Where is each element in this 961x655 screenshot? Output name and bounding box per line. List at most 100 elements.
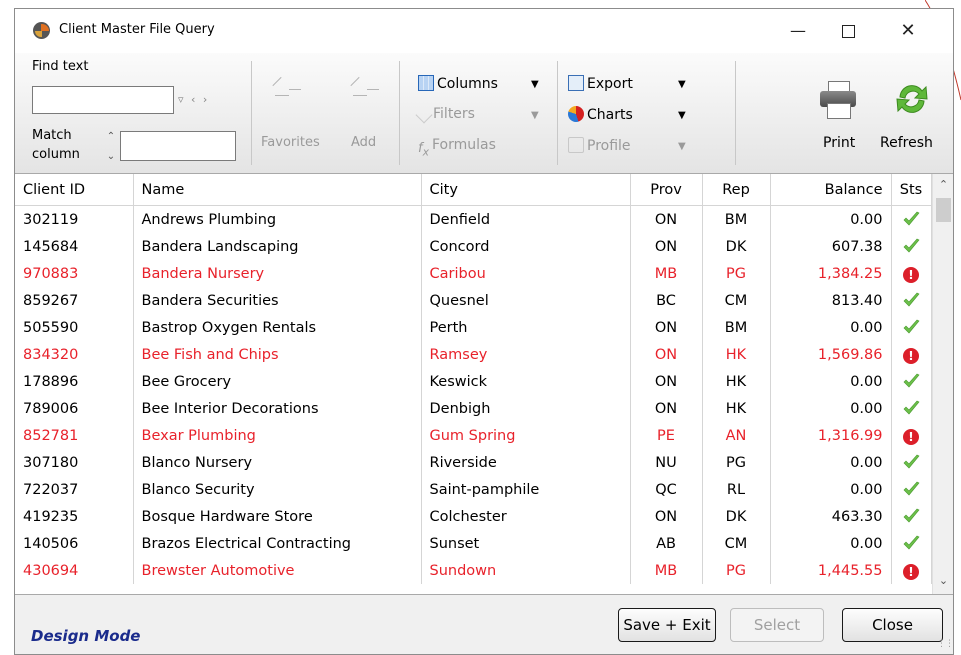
scroll-up-icon[interactable]: ⌃: [933, 174, 953, 196]
spinner-up-icon[interactable]: ⌃: [104, 127, 118, 147]
rep-cell: DK: [702, 233, 771, 260]
close-window-button[interactable]: ✕: [885, 9, 931, 53]
formulas-icon: fx: [418, 141, 429, 159]
profile-icon: [568, 137, 584, 153]
status-cell: [891, 205, 932, 233]
table-row[interactable]: 419235 Bosque Hardware Store Colchester ON D…: [15, 503, 932, 530]
city-cell: Quesnel: [421, 287, 631, 314]
column-header-rep[interactable]: Rep: [702, 174, 771, 206]
table-row[interactable]: 145684 Bandera Landscaping Concord ON DK 607.…: [15, 233, 932, 260]
client-id-cell: 505590: [15, 314, 134, 341]
client-id-cell: 834320: [15, 341, 134, 368]
close-button[interactable]: Close: [842, 608, 943, 642]
column-header-city[interactable]: City: [421, 174, 631, 206]
table-row[interactable]: 859267 Bandera Securities Quesnel BC CM 813.4…: [15, 287, 932, 314]
status-cell: [891, 449, 932, 476]
profile-menu[interactable]: Profile: [568, 137, 631, 154]
client-grid[interactable]: Client ID Name City Prov Rep Balance Sts…: [15, 174, 953, 595]
balance-cell: 1,445.55: [770, 557, 892, 584]
select-button[interactable]: Select: [730, 608, 824, 642]
filters-menu[interactable]: Filters: [415, 106, 475, 124]
client-id-cell: 430694: [15, 557, 134, 584]
printer-icon[interactable]: [818, 81, 858, 119]
table-row[interactable]: 178896 Bee Grocery Keswick ON HK 0.00: [15, 368, 932, 395]
table-header-row: Client ID Name City Prov Rep Balance Sts: [15, 174, 932, 206]
status-cell: [891, 368, 932, 395]
profile-dropdown-icon[interactable]: ▼: [678, 141, 686, 152]
table-row[interactable]: 140506 Brazos Electrical Contracting Sunse…: [15, 530, 932, 557]
table-row[interactable]: 505590 Bastrop Oxygen Rentals Perth ON BM 0.0…: [15, 314, 932, 341]
column-header-prov[interactable]: Prov: [630, 174, 703, 206]
resize-grip-icon[interactable]: ⋮⋮: [937, 639, 954, 649]
table-row[interactable]: 852781 Bexar Plumbing Gum Spring PE AN 1,316.…: [15, 422, 932, 449]
status-cell: !: [891, 557, 932, 584]
scroll-thumb[interactable]: [936, 198, 951, 222]
export-menu[interactable]: Export: [568, 75, 633, 92]
column-header-name[interactable]: Name: [133, 174, 422, 206]
filters-dropdown-icon[interactable]: ▼: [531, 110, 539, 121]
table-row[interactable]: 834320 Bee Fish and Chips Ramsey ON HK 1,569.…: [15, 341, 932, 368]
status-cell: !: [891, 422, 932, 449]
table-row[interactable]: 789006 Bee Interior Decorations Denbigh ON H…: [15, 395, 932, 422]
client-id-cell: 970883: [15, 260, 134, 287]
name-cell: Bandera Nursery: [133, 260, 422, 287]
client-id-cell: 852781: [15, 422, 134, 449]
charts-menu[interactable]: Charts: [568, 106, 633, 123]
city-cell: Perth: [421, 314, 631, 341]
vertical-scrollbar[interactable]: ⌃ ⌄: [932, 174, 953, 594]
balance-cell: 1,569.86: [770, 341, 892, 368]
column-header-client-id[interactable]: Client ID: [15, 174, 134, 206]
column-header-sts[interactable]: Sts: [891, 174, 932, 206]
rep-cell: HK: [702, 368, 771, 395]
city-cell: Concord: [421, 233, 631, 260]
window-title: Client Master File Query: [59, 22, 215, 37]
query-window: Client Master File Query — ✕ Find text ▿…: [14, 8, 954, 655]
prov-cell: ON: [630, 395, 703, 422]
column-header-balance[interactable]: Balance: [770, 174, 892, 206]
favorites-button[interactable]: Favorites: [261, 135, 320, 150]
columns-menu[interactable]: Columns: [418, 75, 498, 92]
export-icon: [568, 75, 584, 91]
city-cell: Denfield: [421, 205, 631, 233]
charts-icon: [568, 106, 584, 122]
columns-dropdown-icon[interactable]: ▼: [531, 79, 539, 90]
rep-cell: PG: [702, 557, 771, 584]
print-button[interactable]: Print: [823, 135, 855, 151]
checkmark-icon: [903, 211, 919, 225]
match-column-spinner[interactable]: ⌃ ⌄: [104, 127, 118, 167]
city-cell: Caribou: [421, 260, 631, 287]
balance-cell: 0.00: [770, 530, 892, 557]
maximize-button[interactable]: [825, 9, 871, 53]
charts-dropdown-icon[interactable]: ▼: [678, 110, 686, 121]
export-dropdown-icon[interactable]: ▼: [678, 79, 686, 90]
design-mode-link[interactable]: Design Mode: [31, 627, 140, 645]
city-cell: Denbigh: [421, 395, 631, 422]
table-row[interactable]: 970883 Bandera Nursery Caribou MB PG 1,384.25…: [15, 260, 932, 287]
spinner-down-icon[interactable]: ⌄: [104, 147, 118, 167]
name-cell: Brazos Electrical Contracting: [133, 530, 422, 557]
formulas-menu[interactable]: fx Formulas: [418, 137, 496, 159]
table-row[interactable]: 722037 Blanco Security Saint-pamphile QC RL 0…: [15, 476, 932, 503]
balance-cell: 0.00: [770, 368, 892, 395]
prov-cell: ON: [630, 503, 703, 530]
balance-cell: 0.00: [770, 476, 892, 503]
minimize-button[interactable]: —: [775, 9, 821, 53]
filters-icon: [415, 106, 433, 124]
scroll-down-icon[interactable]: ⌄: [933, 570, 953, 592]
table-row[interactable]: 430694 Brewster Automotive Sundown MB PG 1,44…: [15, 557, 932, 584]
find-text-input[interactable]: [32, 86, 174, 114]
refresh-icon[interactable]: [892, 79, 932, 119]
toolbar-separator: [735, 61, 736, 165]
find-options-icon[interactable]: ▿ ‹ ›: [178, 93, 209, 106]
rep-cell: RL: [702, 476, 771, 503]
save-exit-button[interactable]: Save + Exit: [618, 608, 716, 642]
rep-cell: AN: [702, 422, 771, 449]
prov-cell: QC: [630, 476, 703, 503]
checkmark-icon: [903, 481, 919, 495]
add-button[interactable]: Add: [351, 135, 376, 150]
match-column-input[interactable]: [120, 131, 236, 161]
table-row[interactable]: 302119 Andrews Plumbing Denfield ON BM 0.00: [15, 205, 932, 233]
refresh-button[interactable]: Refresh: [880, 135, 933, 151]
table-row[interactable]: 307180 Blanco Nursery Riverside NU PG 0.00: [15, 449, 932, 476]
warning-icon: !: [903, 428, 919, 445]
